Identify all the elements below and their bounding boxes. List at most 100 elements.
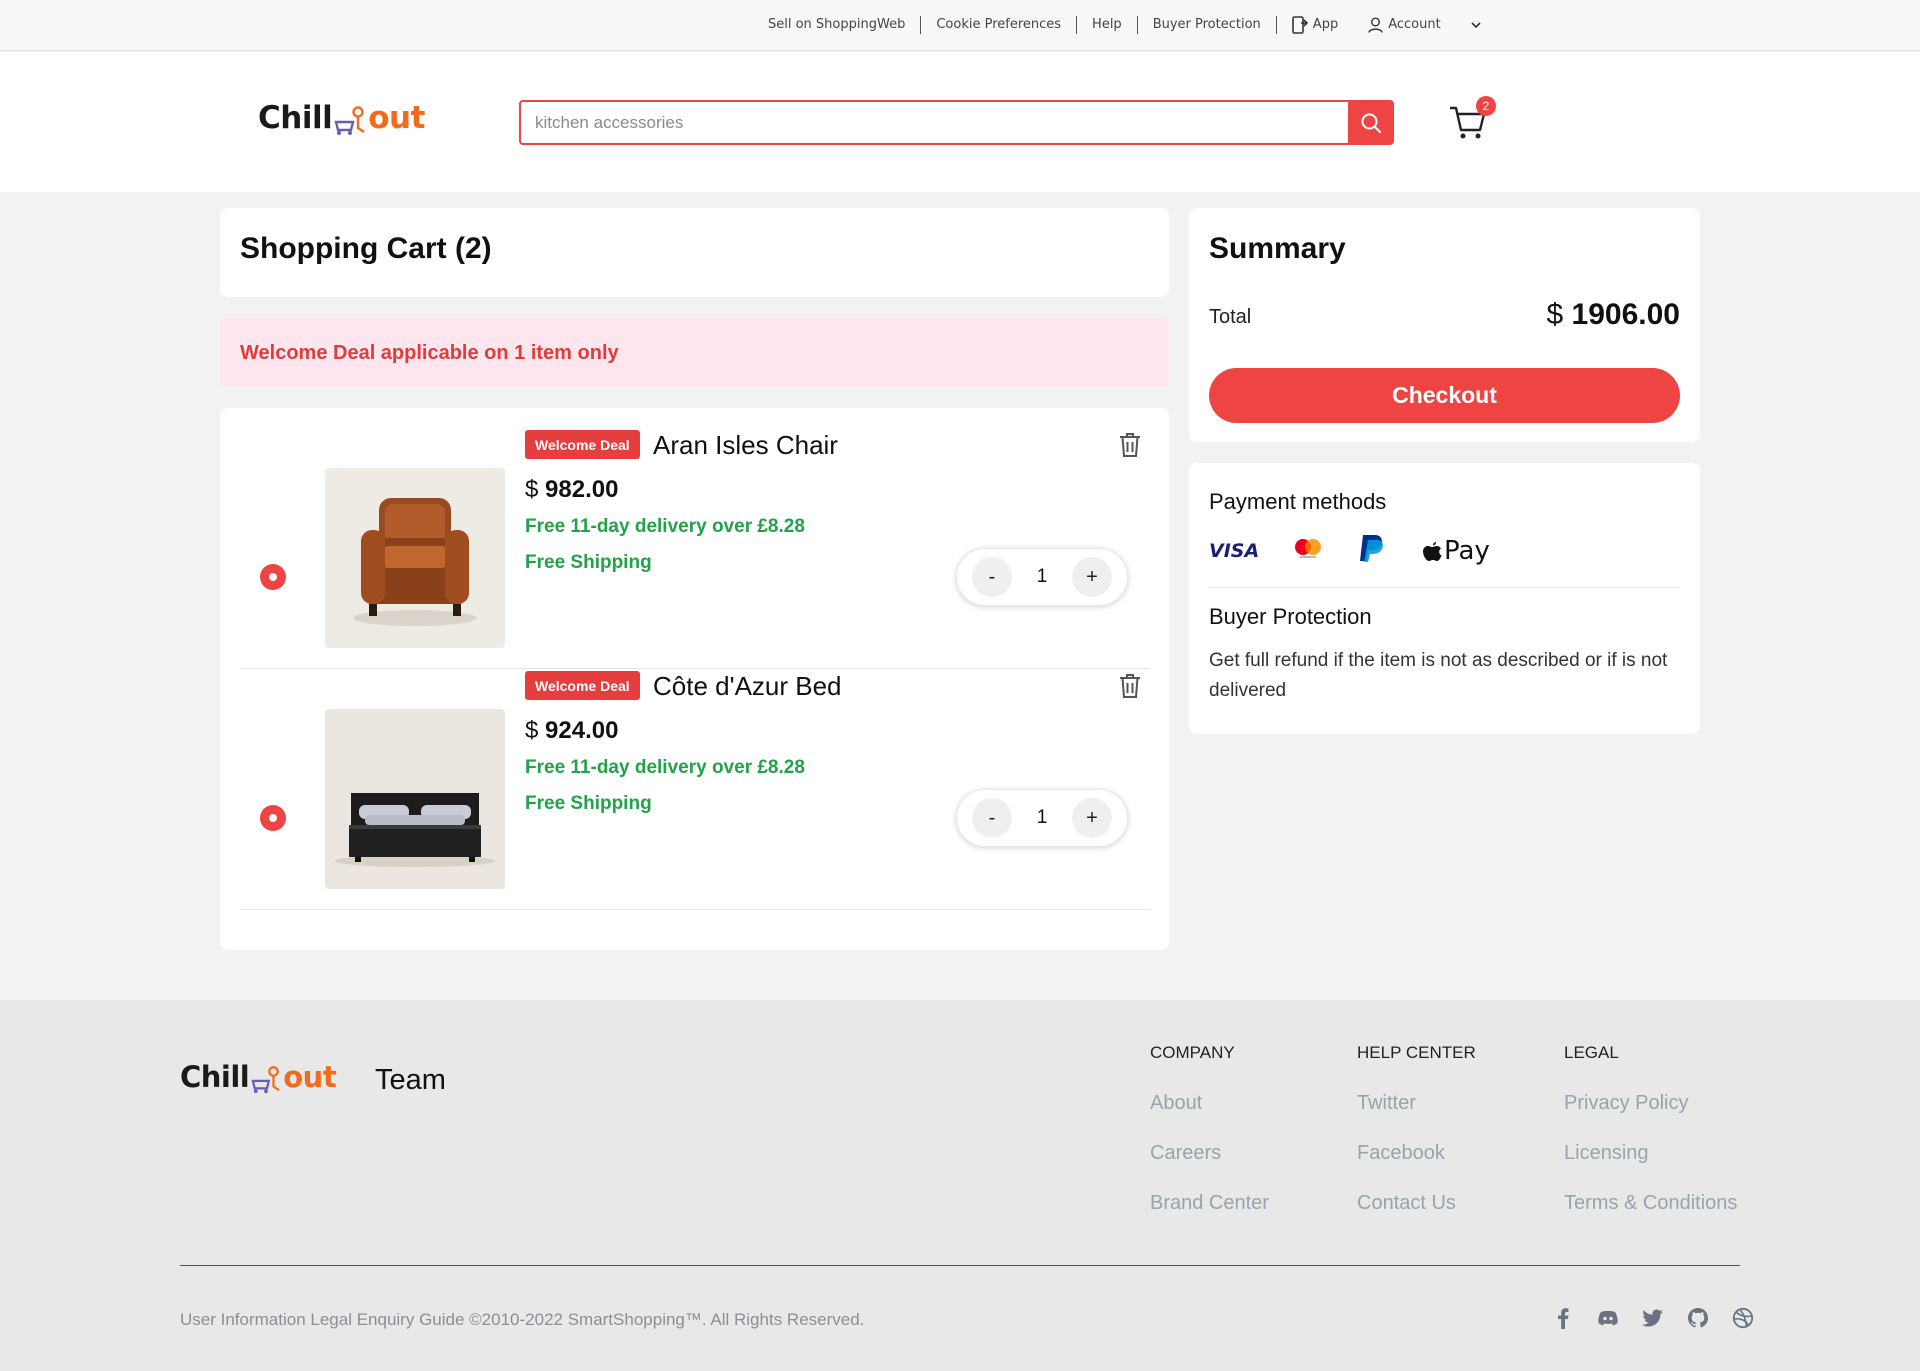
item-select-radio[interactable] (260, 805, 286, 831)
logo-text-left: Chill (258, 100, 333, 136)
paypal-icon (1357, 533, 1421, 568)
footer-logo[interactable]: Chill out (180, 1060, 337, 1094)
footer-link-contact-us[interactable]: Contact Us (1357, 1192, 1476, 1215)
cart-button[interactable]: 2 (1448, 96, 1498, 142)
search-icon (1361, 113, 1381, 133)
quantity-stepper: - 1 + (956, 548, 1128, 606)
item-name[interactable]: Côte d'Azur Bed (653, 671, 842, 702)
trash-icon (1120, 674, 1140, 698)
logo-figure-icon (334, 106, 365, 135)
footer-column-legal: LEGAL Privacy Policy Licensing Terms & C… (1564, 1043, 1737, 1242)
search-input[interactable] (521, 102, 1348, 143)
account-link-label: Account (1388, 17, 1441, 32)
github-icon[interactable] (1675, 1305, 1720, 1331)
summary-title: Summary (1209, 232, 1346, 265)
summary-card: Summary Total $ 1906.00 Checkout (1189, 208, 1700, 442)
footer-link-about[interactable]: About (1150, 1092, 1269, 1115)
item-price-currency: $ (525, 717, 539, 744)
app-link[interactable]: App (1275, 16, 1353, 34)
footer-link-twitter[interactable]: Twitter (1357, 1092, 1476, 1115)
product-image-chair[interactable] (325, 468, 505, 648)
footer-link-privacy-policy[interactable]: Privacy Policy (1564, 1092, 1737, 1115)
cart-items-card: Welcome Deal Aran Isles Chair $ 982.00 F… (220, 408, 1169, 950)
payment-card: Payment methods VISA Pay Buyer Protectio… (1189, 463, 1700, 734)
item-name[interactable]: Aran Isles Chair (653, 430, 838, 461)
welcome-deal-tag: Welcome Deal (525, 430, 640, 459)
account-chevron-down-icon[interactable] (1456, 21, 1501, 29)
quantity-value: 1 (1036, 566, 1048, 587)
top-links: Sell on ShoppingWeb Cookie Preferences H… (768, 16, 1501, 34)
facebook-icon[interactable] (1540, 1305, 1585, 1331)
item-shipping: Free Shipping (525, 552, 652, 573)
search-bar (519, 100, 1394, 145)
product-image-bed[interactable] (325, 709, 505, 889)
checkout-button[interactable]: Checkout (1209, 368, 1680, 423)
footer-column-help-center: HELP CENTER Twitter Facebook Contact Us (1357, 1043, 1476, 1242)
increase-qty-button[interactable]: + (1071, 557, 1112, 597)
dribbble-icon[interactable] (1720, 1305, 1765, 1331)
footer-column-company: COMPANY About Careers Brand Center (1150, 1043, 1269, 1242)
increase-qty-button[interactable]: + (1071, 798, 1112, 838)
payment-icons: VISA Pay (1209, 533, 1490, 568)
site-footer: Chill out Team COMPANY About Careers Bra… (0, 1000, 1920, 1371)
search-button[interactable] (1348, 102, 1393, 143)
apple-pay-text: Pay (1444, 535, 1490, 566)
item-price-currency: $ (525, 476, 539, 503)
site-logo[interactable]: Chill out (258, 100, 425, 136)
item-price-amount: 982.00 (545, 476, 619, 503)
logo-text-right: out (368, 100, 425, 136)
visa-icon: VISA (1209, 539, 1260, 562)
welcome-deal-tag: Welcome Deal (525, 671, 640, 700)
quantity-stepper: - 1 + (956, 789, 1128, 847)
logo-text-right: out (283, 1060, 337, 1094)
delete-item-button[interactable] (1119, 673, 1141, 704)
sell-link[interactable]: Sell on ShoppingWeb (768, 16, 920, 34)
item-delivery: Free 11-day delivery over £8.28 (525, 757, 805, 778)
footer-link-facebook[interactable]: Facebook (1357, 1142, 1476, 1165)
footer-column-heading: HELP CENTER (1357, 1043, 1476, 1062)
copyright-text: User Information Legal Enquiry Guide ©20… (180, 1310, 865, 1329)
apple-pay-icon: Pay (1421, 536, 1490, 566)
buyer-protection-link[interactable]: Buyer Protection (1136, 16, 1276, 34)
item-select-radio[interactable] (260, 564, 286, 590)
divider (1209, 587, 1680, 588)
cart-count-badge: 2 (1476, 96, 1496, 116)
item-price: $ 982.00 (525, 476, 618, 504)
discord-icon[interactable] (1585, 1305, 1630, 1331)
item-price-amount: 924.00 (545, 717, 619, 744)
help-link[interactable]: Help (1076, 16, 1137, 34)
buyer-protection-title: Buyer Protection (1209, 604, 1372, 629)
social-links (1540, 1305, 1765, 1331)
footer-divider (180, 1265, 1740, 1266)
decrease-qty-button[interactable]: - (972, 798, 1012, 838)
total-amount: 1906.00 (1571, 298, 1680, 331)
user-icon (1368, 17, 1383, 33)
footer-link-careers[interactable]: Careers (1150, 1142, 1269, 1165)
app-link-label: App (1312, 17, 1339, 32)
account-link[interactable]: Account (1353, 16, 1456, 34)
trash-icon (1120, 433, 1140, 457)
logo-figure-icon (251, 1066, 280, 1094)
decrease-qty-button[interactable]: - (972, 557, 1012, 597)
cart-item: Welcome Deal Aran Isles Chair $ 982.00 F… (240, 428, 1149, 669)
payment-methods-title: Payment methods (1209, 489, 1387, 514)
item-price: $ 924.00 (525, 717, 618, 745)
cookie-preferences-link[interactable]: Cookie Preferences (920, 16, 1076, 34)
site-header: Chill out 2 (0, 52, 1920, 192)
total-value: $ 1906.00 (1547, 298, 1680, 332)
item-delivery: Free 11-day delivery over £8.28 (525, 516, 805, 537)
buyer-protection-text: Get full refund if the item is not as de… (1209, 650, 1668, 701)
footer-link-terms[interactable]: Terms & Conditions (1564, 1192, 1737, 1215)
item-shipping: Free Shipping (525, 793, 652, 814)
footer-link-licensing[interactable]: Licensing (1564, 1142, 1737, 1165)
footer-column-heading: LEGAL (1564, 1043, 1619, 1062)
quantity-value: 1 (1036, 807, 1048, 828)
delete-item-button[interactable] (1119, 432, 1141, 463)
mastercard-icon (1293, 537, 1357, 564)
twitter-icon[interactable] (1630, 1305, 1675, 1331)
cart-title-card: Shopping Cart (2) (220, 208, 1169, 297)
total-currency: $ (1546, 298, 1564, 331)
deal-banner-text: Welcome Deal applicable on 1 item only (240, 342, 619, 364)
footer-link-brand-center[interactable]: Brand Center (1150, 1192, 1269, 1215)
footer-column-heading: COMPANY (1150, 1043, 1235, 1062)
